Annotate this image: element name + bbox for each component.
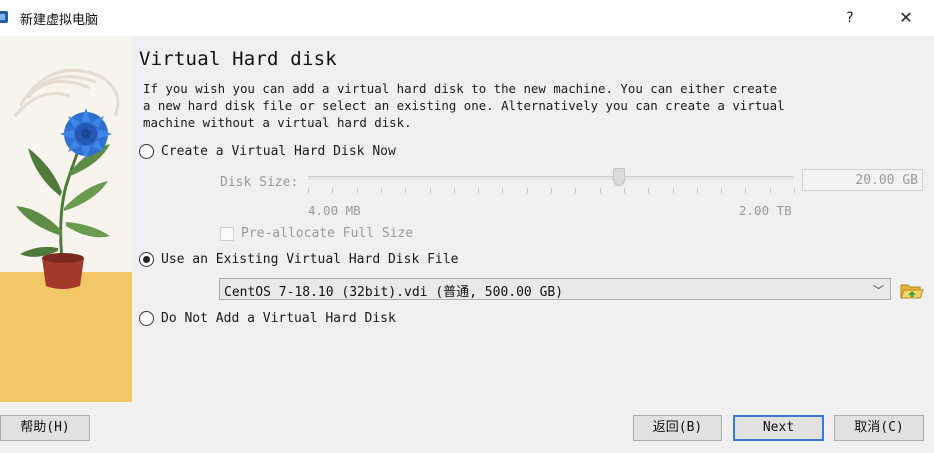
next-button[interactable]: Next <box>733 415 824 441</box>
virtualbox-icon <box>0 11 8 23</box>
slider-tick <box>356 188 358 193</box>
close-icon[interactable]: ✕ <box>893 6 919 30</box>
slider-tick <box>308 188 309 193</box>
use-existing-radio[interactable] <box>139 252 154 267</box>
help-icon[interactable]: ? <box>838 6 862 30</box>
wizard-illustration <box>0 36 132 402</box>
create-disk-option[interactable]: Create a Virtual Hard Disk Now <box>139 144 396 159</box>
slider-tick <box>794 188 795 193</box>
use-existing-label: Use an Existing Virtual Hard Disk File <box>161 252 459 267</box>
slider-tick <box>502 188 504 193</box>
slider-tick <box>672 188 674 193</box>
disk-size-label: Disk Size: <box>220 175 299 190</box>
slider-tick <box>648 188 650 193</box>
create-disk-radio[interactable] <box>139 144 154 159</box>
slider-tick <box>745 188 747 193</box>
description-line: If you wish you can add a virtual hard d… <box>143 81 778 96</box>
preallocate-option: Pre-allocate Full Size <box>220 226 413 241</box>
back-button[interactable]: 返回(B) <box>633 415 722 441</box>
slider-tick <box>551 188 552 193</box>
preallocate-label: Pre-allocate Full Size <box>241 226 414 241</box>
disk-size-slider-track <box>308 176 794 180</box>
slider-max-label: 2.00 TB <box>739 203 792 218</box>
slider-tick <box>453 188 455 193</box>
description-line: a new hard disk file or select an existi… <box>143 98 785 113</box>
folder-open-icon[interactable] <box>898 278 924 302</box>
cancel-button[interactable]: 取消(C) <box>834 415 924 441</box>
slider-tick <box>599 188 601 193</box>
no-disk-label: Do Not Add a Virtual Hard Disk <box>161 311 396 326</box>
slider-tick <box>575 188 577 193</box>
preallocate-checkbox <box>220 226 234 241</box>
no-disk-option[interactable]: Do Not Add a Virtual Hard Disk <box>139 311 396 326</box>
existing-disk-value: CentOS 7-18.10 (32bit).vdi (普通, 500.00 G… <box>224 285 564 300</box>
existing-disk-select[interactable]: CentOS 7-18.10 (32bit).vdi (普通, 500.00 G… <box>219 278 891 300</box>
page-description: If you wish you can add a virtual hard d… <box>143 80 843 131</box>
description-line: machine without a virtual hard disk. <box>143 115 412 130</box>
page-title: Virtual Hard disk <box>139 48 337 70</box>
slider-tick <box>380 188 382 193</box>
disk-size-field: 20.00 GB <box>802 169 923 191</box>
no-disk-radio[interactable] <box>139 311 154 326</box>
help-button[interactable]: 帮助(H) <box>0 415 90 441</box>
title-bar: 新建虚拟电脑 ? ✕ <box>0 0 934 36</box>
use-existing-option[interactable]: Use an Existing Virtual Hard Disk File <box>139 252 458 267</box>
slider-tick <box>478 188 480 193</box>
create-disk-label: Create a Virtual Hard Disk Now <box>161 144 396 159</box>
slider-tick <box>429 188 431 193</box>
window-title: 新建虚拟电脑 <box>20 13 99 28</box>
slider-tick <box>721 188 723 193</box>
chevron-down-icon: ﹀ <box>873 284 884 297</box>
disk-size-slider-handle <box>613 168 626 186</box>
slider-tick <box>696 188 698 193</box>
slider-min-label: 4.00 MB <box>308 203 361 218</box>
slider-tick <box>526 188 528 193</box>
slider-tick <box>332 188 334 193</box>
slider-tick <box>769 188 771 193</box>
slider-tick <box>405 188 407 193</box>
slider-tick <box>623 188 625 193</box>
flower-pot-illustration <box>0 68 132 402</box>
